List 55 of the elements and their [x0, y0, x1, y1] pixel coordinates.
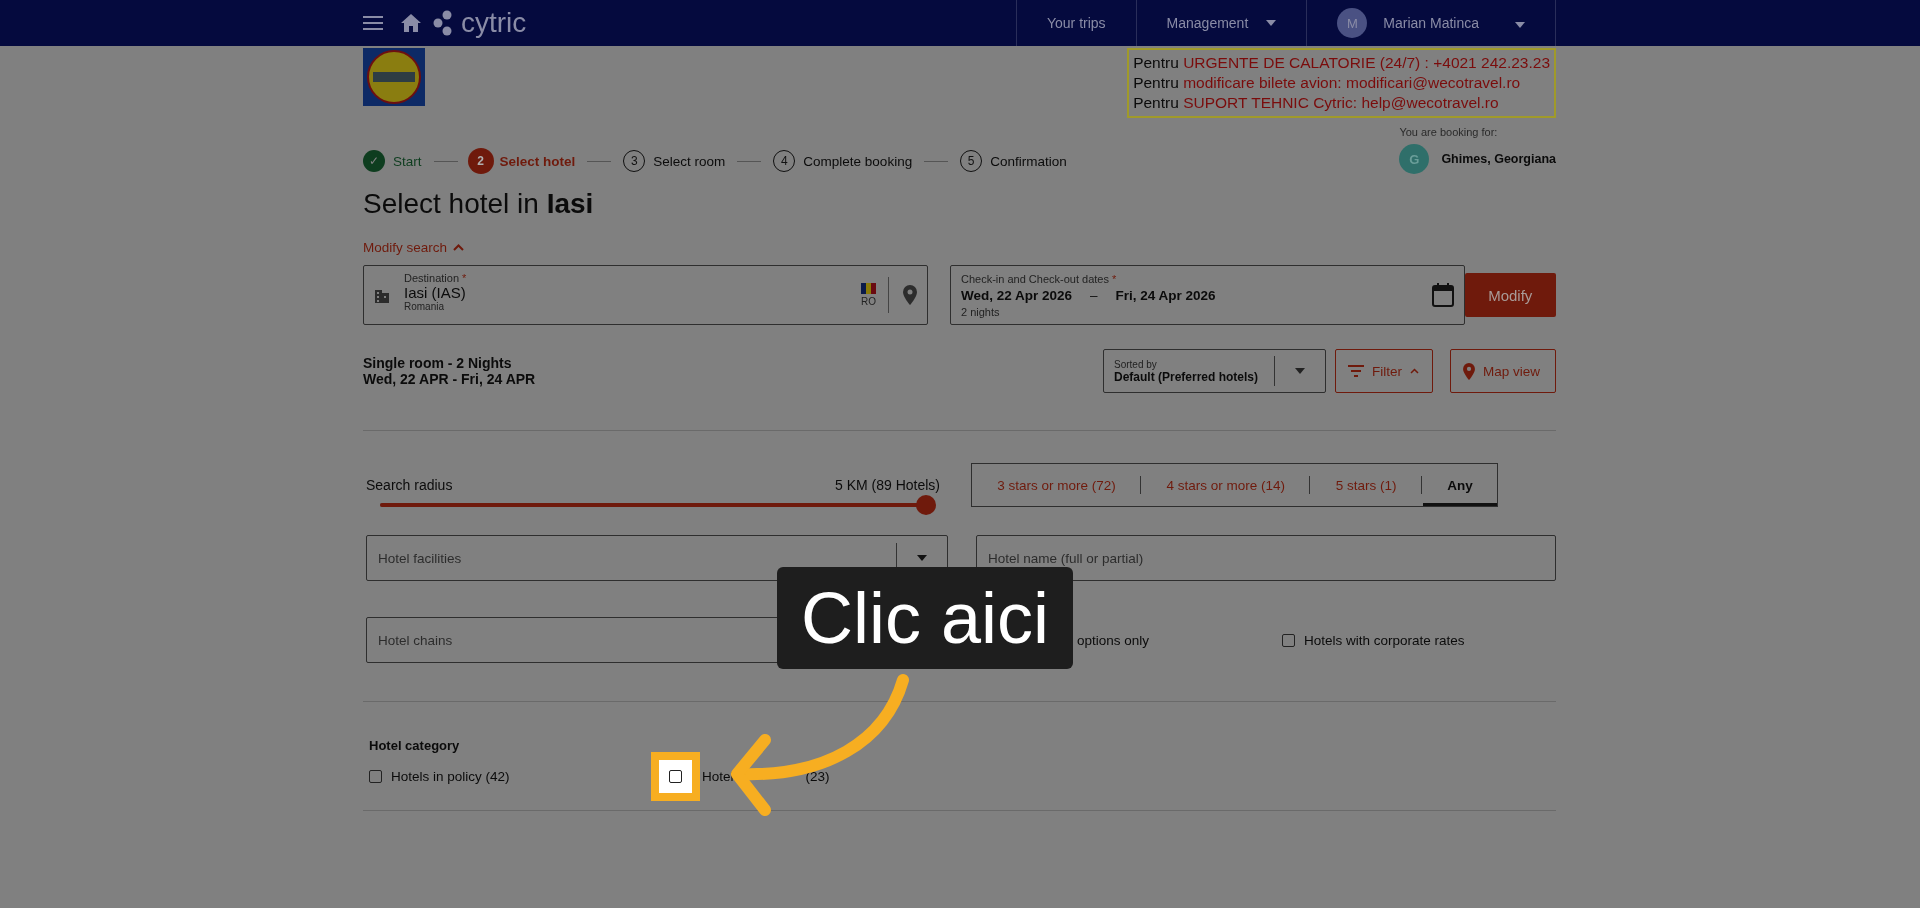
company-logo: [363, 48, 425, 106]
sort-dropdown[interactable]: Sorted by Default (Preferred hotels): [1103, 349, 1326, 393]
chevron-up-icon: [453, 244, 465, 251]
calendar-icon[interactable]: [1431, 283, 1454, 307]
traveler-name: Ghimes, Georgiana: [1441, 152, 1556, 166]
building-icon: [374, 287, 390, 303]
caret-icon: [1266, 20, 1277, 26]
home-icon[interactable]: [401, 14, 421, 32]
booking-for-label: You are booking for:: [1399, 126, 1498, 138]
user-menu[interactable]: M Marian Matinca: [1306, 0, 1556, 46]
hotel-name-field[interactable]: Hotel name (full or partial): [976, 535, 1556, 581]
location-pin-icon[interactable]: [902, 285, 917, 305]
brand-name: cytric: [461, 7, 527, 39]
page-title: Select hotel in Iasi: [363, 188, 595, 220]
dropdown-icon: [917, 555, 927, 561]
date-summary: Wed, 22 APR - Fri, 24 APR: [363, 371, 536, 387]
map-view-button[interactable]: Map view: [1450, 349, 1556, 393]
step-marker: 2: [469, 150, 492, 172]
radius-label: Search radius: [366, 477, 453, 493]
slider-thumb[interactable]: [916, 495, 936, 515]
step-label: Confirmation: [990, 153, 1067, 169]
contact-info: Pentru URGENTE DE CALATORIE (24/7) : +4021 242.23.23 Pentru modificare bilete avion: modificari@wecotravel.ro Pentru SUPORT TEHNIC Cytric: help@wecotravel.ro: [1127, 48, 1556, 118]
flag-icon: [860, 283, 876, 294]
nav-menu[interactable]: Your trips: [1015, 0, 1136, 46]
option-label: options only: [1076, 632, 1151, 648]
step-label: Complete booking: [803, 153, 913, 169]
modify-button[interactable]: Modify: [1464, 273, 1556, 317]
dates-field[interactable]: Check-in and Check-out dates * Wed, 22 Apr 2026 – Fri, 24 Apr 2026 2 nights: [949, 265, 1465, 325]
location-pin-icon: [1463, 362, 1475, 380]
chevron-up-icon: [1410, 368, 1419, 374]
star-filter-tab[interactable]: Any: [1421, 464, 1497, 506]
star-filter-tab[interactable]: 4 stars or more (14): [1141, 464, 1310, 506]
star-filter-tab[interactable]: 3 stars or more (72): [972, 464, 1141, 506]
modify-search-link[interactable]: Modify search: [363, 240, 465, 255]
radius-reading: 5 KM (89 Hotels): [834, 477, 940, 493]
star-filter-tab[interactable]: 5 stars (1): [1310, 464, 1421, 506]
dropdown-icon: [1295, 368, 1305, 374]
step-label: Select room: [653, 153, 726, 169]
category-checkbox[interactable]: Hotels in policy (42): [369, 769, 510, 784]
step-label: Select hotel: [499, 153, 576, 169]
room-summary: Single room - 2 Nights: [363, 355, 513, 371]
instruction-tooltip: Clic aici: [777, 567, 1073, 669]
step-marker: ✓: [363, 150, 385, 172]
filter-icon: [1348, 365, 1364, 377]
filter-button[interactable]: Filter: [1335, 349, 1433, 393]
category-title: Hotel category: [369, 738, 461, 753]
option-checkbox[interactable]: Hotels with corporate rates: [1282, 632, 1465, 648]
caret-icon: [1515, 22, 1525, 28]
destination-field[interactable]: Destination * Iasi (IAS) Romania RO: [363, 265, 928, 325]
traveler-avatar: G: [1399, 144, 1430, 174]
menu-icon[interactable]: [363, 16, 383, 30]
checkbox-label: (23): [805, 769, 830, 784]
step-label: Start: [393, 153, 422, 169]
checkbox[interactable]: [669, 770, 682, 783]
nav-menu[interactable]: Management: [1135, 0, 1307, 46]
